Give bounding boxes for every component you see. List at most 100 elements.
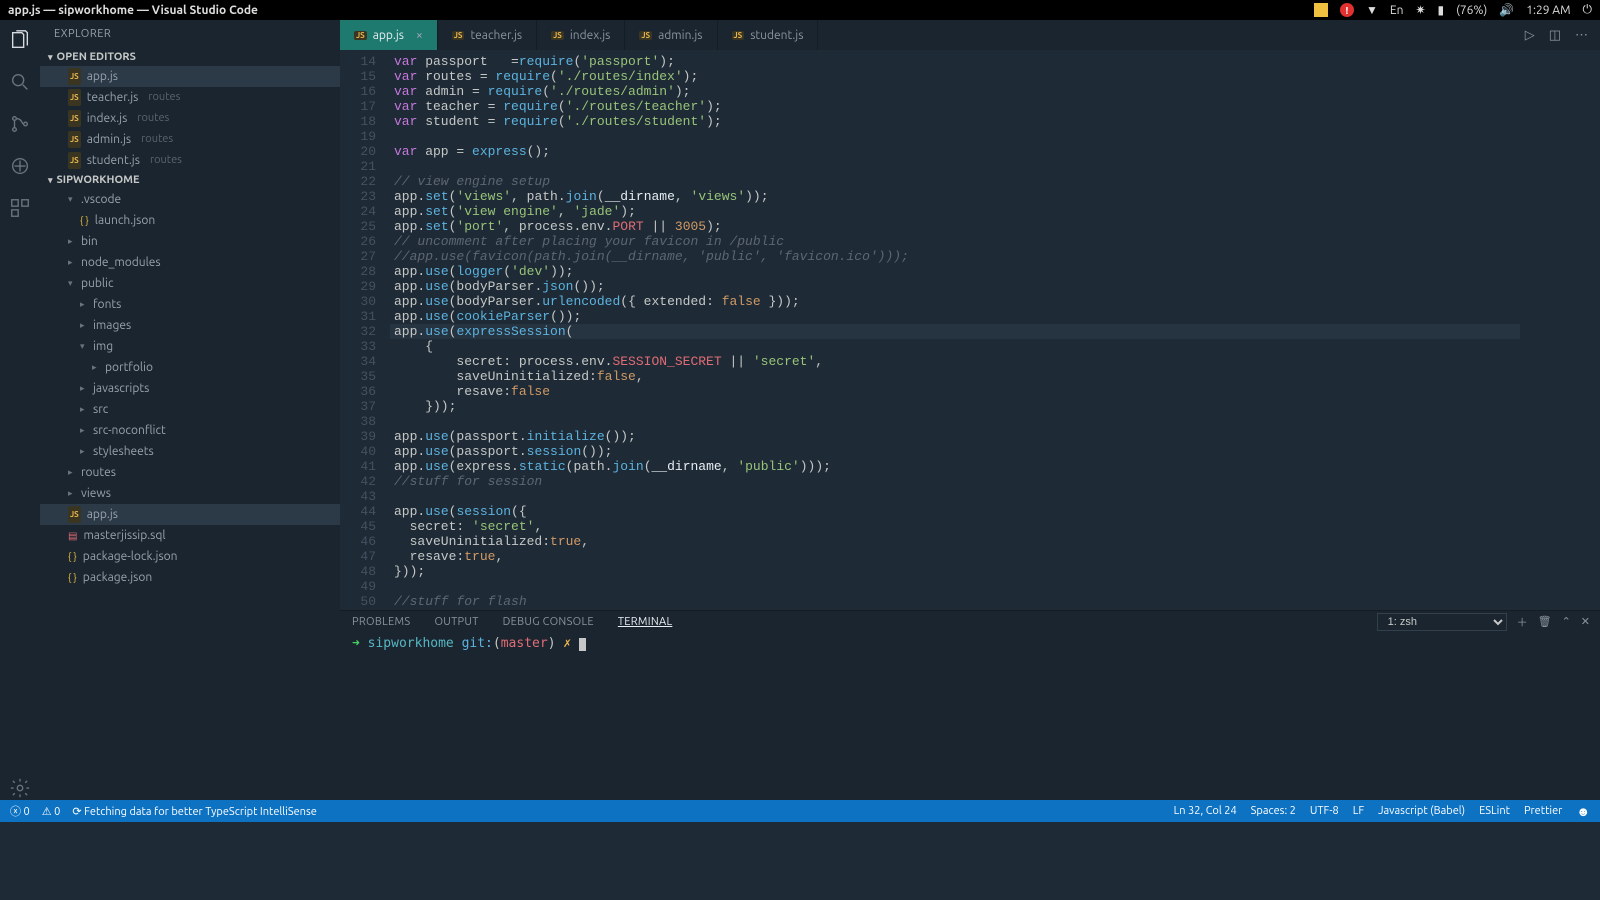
status-encoding[interactable]: UTF-8 [1310,805,1339,817]
editor-tabs: JSapp.js×JSteacher.jsJSindex.jsJSadmin.j… [340,20,1600,50]
status-spaces[interactable]: Spaces: 2 [1251,805,1296,817]
extensions-icon[interactable] [8,196,32,220]
maximize-panel-icon[interactable]: ⌃ [1562,615,1571,628]
json-file-icon: { } [68,548,77,565]
code-editor[interactable]: 1415161718192021222324252627282930313233… [340,50,1600,610]
js-file-icon: JS [551,31,564,40]
chevron-right-icon: ▸ [80,443,87,460]
wifi-icon[interactable]: ▼ [1366,3,1378,17]
status-eslint[interactable]: ESLint [1479,805,1510,817]
folder-item[interactable]: ▸fonts [40,294,340,315]
search-icon[interactable] [8,70,32,94]
code-body[interactable]: var passport =require('passport');var ro… [390,50,1520,610]
terminal[interactable]: ➜ sipworkhome git:(master) ✗ [340,632,1600,800]
js-file-icon: JS [452,31,465,40]
bluetooth-icon[interactable]: ✷ [1415,3,1425,17]
js-file-icon: JS [639,31,652,40]
kill-terminal-icon[interactable]: 🗑 [1538,615,1552,628]
explorer-icon[interactable] [8,28,32,52]
split-editor-icon[interactable]: ◫ [1549,28,1561,43]
open-editor-item[interactable]: JSindex.jsroutes [40,108,340,129]
folder-item[interactable]: ▾.vscode [40,189,340,210]
open-editor-item[interactable]: JSstudent.jsroutes [40,150,340,171]
file-item[interactable]: ▤masterjissip.sql [40,525,340,546]
open-editors-list: JSapp.jsJSteacher.jsroutesJSindex.jsrout… [40,66,340,171]
project-header[interactable]: SIPWORKHOME [40,171,340,189]
js-file-icon: JS [68,89,81,106]
alert-icon[interactable]: ! [1340,3,1354,17]
feedback-icon[interactable]: ☻ [1576,804,1590,819]
status-langmode[interactable]: Javascript (Babel) [1378,805,1465,817]
file-item[interactable]: { }package-lock.json [40,546,340,567]
open-editors-header[interactable]: OPEN EDITORS [40,48,340,66]
editor-area: JSapp.js×JSteacher.jsJSindex.jsJSadmin.j… [340,20,1600,800]
folder-item[interactable]: ▾public [40,273,340,294]
system-tray: ! ▼ En ✷ ▮ (76%) 🔊 1:29 AM ⏻ [1314,3,1592,17]
chevron-right-icon: ▸ [80,380,87,397]
volume-icon[interactable]: 🔊 [1499,3,1514,17]
status-prettier[interactable]: Prettier [1524,805,1562,817]
panel-tab[interactable]: DEBUG CONSOLE [491,616,606,628]
js-file-icon: JS [68,68,81,85]
status-eol[interactable]: LF [1353,805,1364,817]
chevron-right-icon: ▸ [80,296,87,313]
folder-item[interactable]: ▾img [40,336,340,357]
chevron-right-icon: ▸ [68,485,75,502]
battery-icon[interactable]: ▮ [1438,3,1445,17]
minimap[interactable] [1520,50,1600,610]
file-tree: ▾.vscode{ }launch.json▸bin▸node_modules▾… [40,189,340,588]
status-lncol[interactable]: Ln 32, Col 24 [1174,805,1237,817]
folder-item[interactable]: ▸images [40,315,340,336]
editor-tab[interactable]: JSteacher.js [438,20,537,50]
folder-item[interactable]: ▸bin [40,231,340,252]
folder-item[interactable]: ▸src [40,399,340,420]
settings-gear-icon[interactable] [8,776,32,800]
editor-tab[interactable]: JSindex.js [537,20,625,50]
run-icon[interactable]: ▷ [1525,28,1535,43]
panel-tab[interactable]: OUTPUT [422,616,490,628]
status-sync[interactable]: ⟳ Fetching data for better TypeScript In… [72,805,316,818]
folder-item[interactable]: ▸portfolio [40,357,340,378]
folder-item[interactable]: ▸views [40,483,340,504]
js-file-icon: JS [732,31,745,40]
chevron-right-icon: ▸ [68,254,75,271]
open-editor-item[interactable]: JSteacher.jsroutes [40,87,340,108]
open-editor-item[interactable]: JSadmin.jsroutes [40,129,340,150]
new-terminal-icon[interactable]: ＋ [1517,614,1528,630]
system-titlebar: app.js — sipworkhome — Visual Studio Cod… [0,0,1600,20]
js-file-icon: JS [68,152,81,169]
folder-item[interactable]: ▸routes [40,462,340,483]
panel-tabs: PROBLEMSOUTPUTDEBUG CONSOLETERMINAL 1: z… [340,610,1600,632]
clock: 1:29 AM [1526,4,1570,17]
folder-item[interactable]: ▸src-noconflict [40,420,340,441]
sql-file-icon: ▤ [68,527,77,544]
input-lang[interactable]: En [1390,4,1404,17]
status-errors[interactable]: ⓧ 0 [10,803,30,819]
file-item[interactable]: { }launch.json [40,210,340,231]
more-icon[interactable]: ⋯ [1575,28,1588,43]
json-file-icon: { } [68,569,77,586]
notification-icon[interactable] [1314,3,1328,17]
folder-item[interactable]: ▸stylesheets [40,441,340,462]
folder-item[interactable]: ▸javascripts [40,378,340,399]
status-warnings[interactable]: ⚠ 0 [42,805,61,818]
sidebar-title: EXPLORER [40,20,340,48]
explorer-sidebar: EXPLORER OPEN EDITORS JSapp.jsJSteacher.… [40,20,340,800]
close-panel-icon[interactable]: ✕ [1581,615,1590,628]
panel-tab[interactable]: PROBLEMS [340,616,422,628]
terminal-shell-select[interactable]: 1: zsh [1377,613,1507,631]
debug-icon[interactable] [8,154,32,178]
open-editor-item[interactable]: JSapp.js [40,66,340,87]
editor-tab[interactable]: JSadmin.js [625,20,717,50]
file-item[interactable]: { }package.json [40,567,340,588]
editor-tab[interactable]: JSapp.js× [340,20,438,50]
power-icon[interactable]: ⏻ [1583,3,1593,17]
folder-item[interactable]: ▸node_modules [40,252,340,273]
editor-tab[interactable]: JSstudent.js [718,20,819,50]
file-item[interactable]: JSapp.js [40,504,340,525]
js-file-icon: JS [68,506,81,523]
json-file-icon: { } [80,212,89,229]
close-tab-icon[interactable]: × [416,29,423,42]
git-icon[interactable] [8,112,32,136]
panel-tab[interactable]: TERMINAL [606,616,685,628]
